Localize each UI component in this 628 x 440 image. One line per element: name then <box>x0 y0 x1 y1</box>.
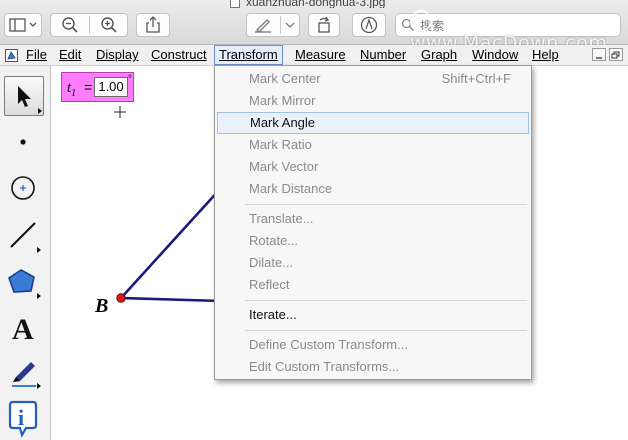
parameter-name: t1 <box>67 80 77 99</box>
menu-item-mark-vector[interactable]: Mark Vector <box>217 156 529 178</box>
sidebar-toggle-button[interactable] <box>4 13 42 37</box>
menu-item-reflect[interactable]: Reflect <box>217 274 529 296</box>
sidebar-icon <box>9 18 37 32</box>
window-title-text: xuanzhuan-donghua-3.jpg <box>246 0 386 8</box>
watermark-logo-icon <box>410 9 432 32</box>
marker-icon <box>12 362 41 389</box>
segment-upper[interactable] <box>120 187 222 299</box>
menu-transform[interactable]: Transform <box>214 45 283 65</box>
information-icon: i <box>8 400 38 438</box>
menu-item-mark-ratio[interactable]: Mark Ratio <box>217 134 529 156</box>
point-b-label[interactable]: B <box>95 295 108 318</box>
menu-separator <box>245 204 527 205</box>
minimize-icon <box>596 57 602 59</box>
parameter-unit: ° <box>128 74 132 85</box>
menu-item-mark-center[interactable]: Mark Center Shift+Ctrl+F <box>217 68 529 90</box>
menu-help[interactable]: Help <box>528 46 563 64</box>
menu-display[interactable]: Display <box>92 46 143 64</box>
menu-bar: File Edit Display Construct Transform Me… <box>0 45 628 66</box>
point-b[interactable] <box>116 293 126 303</box>
point-tool[interactable] <box>4 122 44 162</box>
menu-item-dilate[interactable]: Dilate... <box>217 252 529 274</box>
window-toolbar: xuanzhuan-donghua-3.jpg 搜索 www.MacDown.c… <box>0 0 628 54</box>
menu-separator <box>245 330 527 331</box>
restore-icon <box>611 51 620 59</box>
menu-item-mark-mirror[interactable]: Mark Mirror <box>217 90 529 112</box>
markup-button[interactable] <box>246 13 300 37</box>
crosshair-cursor-icon <box>114 106 126 118</box>
shortcut-mark-center: Shift+Ctrl+F <box>441 71 511 86</box>
menu-edit[interactable]: Edit <box>55 46 85 64</box>
svg-text:i: i <box>18 405 24 430</box>
text-tool-icon: A <box>12 313 34 346</box>
toolbox: A i <box>0 66 51 440</box>
arrow-select-icon <box>18 86 42 114</box>
menu-item-mark-angle[interactable]: Mark Angle <box>217 112 529 134</box>
polygon-icon <box>8 269 41 299</box>
sketchpad-app-icon[interactable] <box>5 49 18 62</box>
point-icon <box>20 139 26 145</box>
menu-item-iterate[interactable]: Iterate... <box>217 304 529 326</box>
menu-measure[interactable]: Measure <box>291 46 350 64</box>
svg-text:A: A <box>12 313 34 346</box>
zoom-in-icon[interactable] <box>100 16 118 34</box>
arrow-select-tool[interactable] <box>4 76 44 116</box>
rotate-button[interactable] <box>308 13 340 37</box>
menu-item-mark-distance[interactable]: Mark Distance <box>217 178 529 200</box>
parameter-t1[interactable]: t1 = 1.00 ° <box>61 72 134 102</box>
menu-graph[interactable]: Graph <box>417 46 461 64</box>
transform-menu-dropdown: Mark Center Shift+Ctrl+F Mark Mirror Mar… <box>214 65 532 380</box>
window-title: xuanzhuan-donghua-3.jpg <box>230 0 385 8</box>
share-button[interactable] <box>136 13 170 37</box>
parameter-equals: = <box>84 79 93 95</box>
menu-separator <box>245 300 527 301</box>
segment-lower[interactable] <box>120 296 222 303</box>
rotate-icon <box>318 16 330 33</box>
menu-item-translate[interactable]: Translate... <box>217 208 529 230</box>
marker-tool[interactable] <box>4 352 44 392</box>
menu-item-define-custom-transform[interactable]: Define Custom Transform... <box>217 334 529 356</box>
pen-icon <box>255 19 271 33</box>
parameter-value-field[interactable]: 1.00 <box>94 77 128 97</box>
share-icon <box>146 16 160 33</box>
zoom-out-icon[interactable] <box>61 16 79 34</box>
document-icon <box>230 0 240 8</box>
menu-construct[interactable]: Construct <box>147 46 211 64</box>
polygon-tool[interactable] <box>4 260 44 300</box>
restore-button[interactable] <box>609 48 623 61</box>
menu-file[interactable]: File <box>22 46 51 64</box>
annotate-button[interactable] <box>352 13 386 37</box>
pen-circle-icon <box>360 16 378 34</box>
compass-tool[interactable] <box>4 168 44 208</box>
menu-number[interactable]: Number <box>356 46 410 64</box>
menu-item-edit-custom-transforms[interactable]: Edit Custom Transforms... <box>217 356 529 378</box>
compass-circle-icon <box>11 176 35 200</box>
information-tool[interactable]: i <box>4 398 44 438</box>
menu-window[interactable]: Window <box>468 46 522 64</box>
straightedge-icon <box>10 222 41 253</box>
straightedge-tool[interactable] <box>4 214 44 254</box>
text-tool[interactable]: A <box>4 306 44 346</box>
menu-item-rotate[interactable]: Rotate... <box>217 230 529 252</box>
chevron-down-icon <box>285 22 295 28</box>
minimize-button[interactable] <box>592 48 606 61</box>
zoom-control <box>50 13 128 37</box>
